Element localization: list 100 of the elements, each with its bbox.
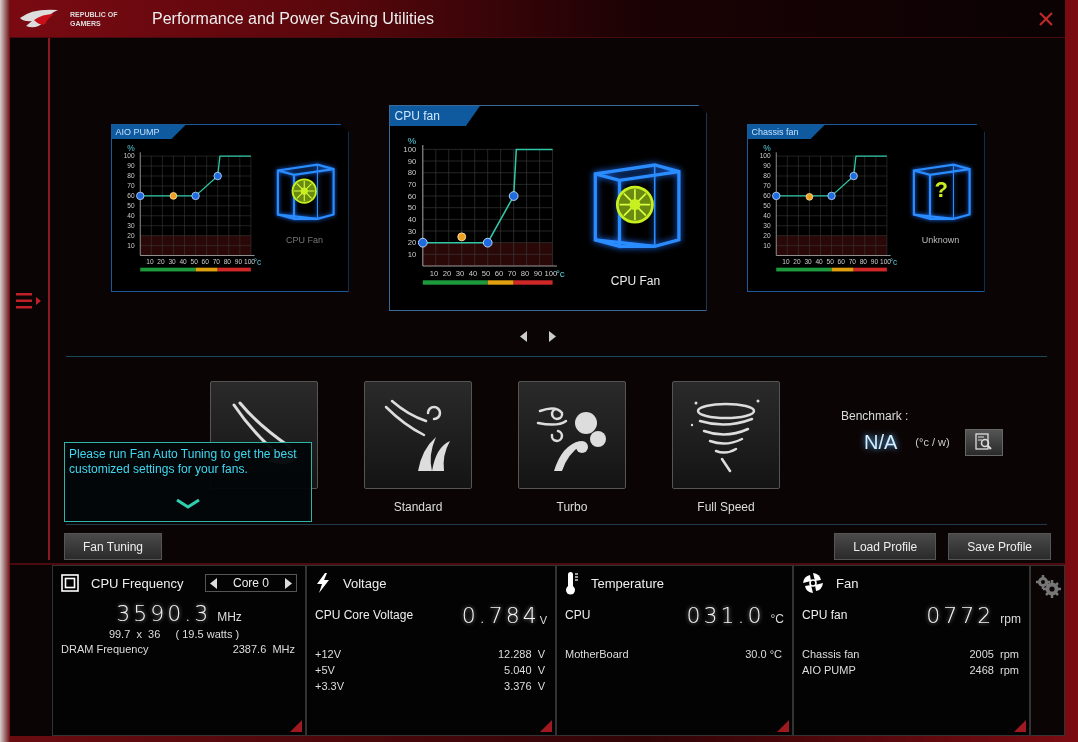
panel-title: CPU Frequency bbox=[91, 575, 184, 591]
core-selector[interactable]: Core 0 bbox=[205, 574, 297, 592]
curve-point[interactable] bbox=[508, 191, 518, 201]
axis-tick-label: 20 bbox=[407, 238, 416, 248]
fan-mode-button[interactable] bbox=[672, 380, 780, 489]
axis-tick-label: 60 bbox=[407, 191, 416, 201]
card-title: CPU fan bbox=[389, 106, 480, 126]
row-value: 2005 rpm bbox=[969, 648, 1019, 660]
reading-unit: °C bbox=[770, 612, 784, 628]
benchmark-label: Benchmark : bbox=[841, 408, 910, 423]
benchmark-unit: (°c / w) bbox=[915, 436, 950, 448]
reading-unit: rpm bbox=[1000, 612, 1021, 628]
row-label: DRAM Frequency bbox=[61, 643, 149, 655]
reading-value: 031.0 bbox=[686, 603, 765, 628]
menu-button[interactable] bbox=[16, 292, 42, 310]
axis-tick-label: 100 bbox=[402, 145, 416, 155]
previous-button[interactable] bbox=[517, 329, 530, 344]
mode-label: Full Speed bbox=[697, 499, 755, 514]
reading-unit: V bbox=[539, 614, 547, 628]
axis-tick-label: 20 bbox=[442, 268, 451, 278]
window-title: Performance and Power Saving Utilities bbox=[152, 9, 435, 28]
lightning-icon bbox=[315, 573, 331, 593]
row-label: Chassis fan bbox=[802, 648, 860, 660]
benchmark-value: N/A bbox=[864, 430, 898, 454]
device-label: CPU Fan bbox=[286, 235, 323, 245]
axis-tick-label: 40 bbox=[468, 268, 477, 278]
row-label: +12V bbox=[315, 648, 341, 660]
fan-card[interactable]: CPU fan % °c 10 20 30 40 50 60 70 80 90 100 10 20 30 40 50 60 70 80 90 100 CPU Fan bbox=[388, 105, 707, 311]
fan-mode-button[interactable] bbox=[518, 380, 626, 489]
row-label: AIO PUMP bbox=[802, 664, 856, 676]
left-triangle-icon bbox=[519, 331, 528, 342]
curve-point[interactable] bbox=[190, 191, 200, 200]
fan-tuning-button[interactable]: Fan Tuning bbox=[64, 533, 163, 560]
axis-tick-label: 70 bbox=[507, 268, 516, 278]
document-search-icon bbox=[973, 433, 994, 451]
axis-unit-label: % bbox=[406, 134, 416, 146]
close-button[interactable] bbox=[1037, 9, 1055, 28]
device-label: Unknown bbox=[921, 235, 960, 245]
axis-tick-label: 80 bbox=[520, 268, 529, 278]
axis-tick-label: 100 bbox=[544, 268, 557, 278]
chip-icon bbox=[61, 574, 79, 592]
corner-triangle-icon[interactable] bbox=[290, 720, 302, 732]
profile-button[interactable]: Load Profile bbox=[834, 533, 937, 560]
panel-title: Temperature bbox=[591, 575, 664, 591]
axis-unit-label: % bbox=[126, 143, 135, 154]
card-title: Chassis fan bbox=[747, 125, 825, 139]
thermometer-icon bbox=[565, 571, 579, 595]
curve-point[interactable] bbox=[213, 171, 222, 181]
corner-triangle-icon[interactable] bbox=[777, 720, 789, 732]
row-value: 12.288 V bbox=[497, 648, 545, 660]
curve-point[interactable] bbox=[417, 237, 428, 248]
axis-tick-label: 30 bbox=[455, 268, 464, 278]
axis-tick-label: 90 bbox=[533, 268, 542, 278]
axis-unit-label: % bbox=[762, 143, 771, 154]
row-value: 3.376 V bbox=[504, 680, 545, 692]
axis-tick-label: 70 bbox=[407, 180, 416, 189]
multiplier-text: 99.7 x 36 ( 19.5 watts ) bbox=[107, 628, 241, 640]
curve-point[interactable] bbox=[482, 237, 493, 248]
benchmark-button[interactable] bbox=[964, 428, 1003, 456]
reading-value: 3590.3 bbox=[116, 601, 212, 626]
axis-tick-label: 50 bbox=[407, 203, 416, 213]
curve-point[interactable] bbox=[771, 191, 780, 200]
axis-tick-label: 30 bbox=[407, 226, 416, 236]
left-triangle-icon[interactable] bbox=[210, 577, 217, 589]
right-triangle-icon[interactable] bbox=[285, 577, 292, 589]
mode-label: Standard bbox=[393, 499, 443, 514]
menu-icon bbox=[16, 292, 42, 310]
close-icon bbox=[1039, 11, 1053, 26]
device-label: CPU Fan bbox=[610, 274, 661, 288]
row-label: +3.3V bbox=[315, 680, 345, 692]
fan-icon bbox=[802, 572, 824, 594]
settings-icon[interactable] bbox=[1034, 574, 1061, 598]
chevron-down-icon[interactable] bbox=[176, 499, 200, 509]
axis-tick-label: 90 bbox=[407, 156, 416, 166]
row-label: +5V bbox=[315, 664, 335, 676]
panel-title: Voltage bbox=[343, 575, 387, 591]
corner-triangle-icon[interactable] bbox=[1014, 720, 1026, 732]
core-value: Core 0 bbox=[233, 576, 269, 590]
current-reading-dot bbox=[169, 192, 177, 200]
reading-label: CPU fan bbox=[802, 608, 849, 624]
question-mark: ? bbox=[934, 179, 948, 201]
reading-unit: MHz bbox=[217, 610, 242, 626]
axis-tick-label: 50 bbox=[481, 268, 490, 278]
curve-point[interactable] bbox=[135, 191, 144, 200]
profile-button[interactable]: Save Profile bbox=[948, 533, 1051, 560]
reading-label: CPU Core Voltage bbox=[315, 608, 415, 624]
axis-tick-label: 40 bbox=[407, 215, 416, 224]
row-value: 2387.6 MHz bbox=[232, 643, 295, 655]
row-value: 2468 rpm bbox=[969, 664, 1019, 676]
corner-triangle-icon[interactable] bbox=[540, 720, 552, 732]
reading-label: CPU bbox=[565, 608, 592, 624]
reading-value: 0.784 bbox=[461, 603, 540, 628]
mode-label: Turbo bbox=[556, 499, 588, 514]
card-title: AIO PUMP bbox=[111, 125, 186, 139]
fan-mode-button[interactable] bbox=[364, 380, 472, 489]
axis-tick-label: 10 bbox=[429, 268, 438, 278]
axis-tick-label: 10 bbox=[407, 250, 416, 259]
curve-point[interactable] bbox=[849, 171, 858, 181]
curve-point[interactable] bbox=[826, 191, 836, 200]
row-value: 30.0 °C bbox=[745, 648, 782, 660]
